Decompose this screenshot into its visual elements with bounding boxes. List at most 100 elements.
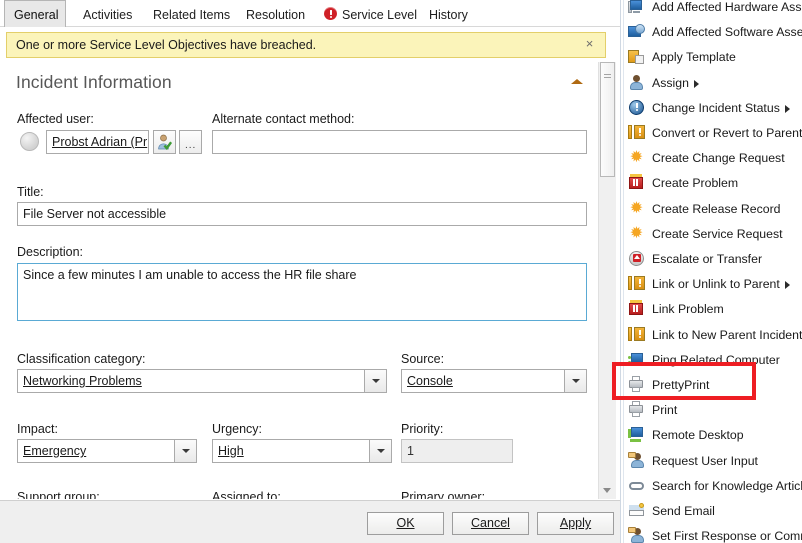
avatar (20, 132, 39, 151)
task-item-label: Print (652, 403, 678, 418)
task-item-label: Link or Unlink to Parent (652, 277, 780, 292)
task-item-link-to-new-parent-incident[interactable]: Link to New Parent Incident (626, 322, 802, 348)
task-item-label: Set First Response or Commen (652, 529, 802, 543)
title-input[interactable]: File Server not accessible (17, 202, 587, 226)
task-item-label: Remote Desktop (652, 428, 744, 443)
alternate-contact-input[interactable] (212, 130, 587, 154)
impact-value: Emergency (23, 444, 87, 458)
task-item-print[interactable]: Print (626, 397, 802, 423)
task-item-add-affected-software-asset[interactable]: Add Affected Software Asset (626, 19, 802, 45)
scrollbar-thumb[interactable] (600, 62, 615, 177)
task-item-label: Link to New Parent Incident (652, 327, 802, 342)
parent-incident-icon (628, 326, 645, 343)
user-check-glyph (158, 134, 172, 150)
status-info-icon (628, 99, 645, 116)
task-item-assign[interactable]: Assign (626, 70, 802, 96)
sla-breach-notice: One or more Service Level Objectives hav… (6, 32, 606, 58)
description-label: Description: (17, 245, 83, 259)
tab-strip: General Activities Related Items Resolut… (0, 0, 620, 27)
source-label: Source: (401, 352, 445, 366)
task-item-set-first-response-or-commen[interactable]: Set First Response or Commen (626, 523, 802, 543)
apply-button-label: Apply (559, 516, 592, 530)
chevron-down-icon[interactable] (364, 370, 386, 392)
chevron-up-icon[interactable] (571, 79, 583, 84)
form-scroll-area: Incident Information Affected user: Prob… (0, 62, 598, 499)
task-item-create-release-record[interactable]: ✹ Create Release Record (626, 196, 802, 222)
assigned-to-label: Assigned to: (212, 490, 281, 499)
submenu-arrow-icon (785, 104, 790, 113)
affected-user-field[interactable]: Probst Adrian (Pr (46, 130, 149, 154)
task-item-link-or-unlink-to-parent[interactable]: Link or Unlink to Parent (626, 271, 802, 297)
form-vertical-scrollbar[interactable] (598, 62, 616, 499)
task-item-escalate-or-transfer[interactable]: Escalate or Transfer (626, 246, 802, 272)
assign-user-icon (628, 74, 645, 91)
apply-button[interactable]: Apply (537, 512, 614, 535)
task-item-convert-or-revert-to-parent[interactable]: Convert or Revert to Parent (626, 120, 802, 146)
task-item-label: Add Affected Hardware Asset (652, 0, 802, 14)
chevron-down-icon[interactable] (174, 440, 196, 462)
tab-service-level-label: Service Level (342, 7, 418, 22)
page-title: Incident Information (16, 72, 172, 92)
software-asset-icon (628, 23, 645, 40)
parent-incident-icon (628, 275, 645, 292)
source-combo[interactable]: Console (401, 369, 587, 393)
browse-affected-user-button[interactable]: ... (179, 130, 202, 154)
task-item-request-user-input[interactable]: Request User Input (626, 448, 802, 474)
tab-history[interactable]: History (420, 2, 477, 27)
problem-icon (628, 300, 645, 317)
task-item-search-for-knowledge-articles[interactable]: Search for Knowledge Articles (626, 473, 802, 499)
description-textarea[interactable]: Since a few minutes I am unable to acces… (17, 263, 587, 321)
hardware-asset-icon (628, 0, 645, 15)
close-icon[interactable]: × (583, 37, 596, 50)
scroll-down-icon[interactable] (603, 488, 611, 493)
task-item-label: Change Incident Status (652, 100, 780, 115)
cancel-button[interactable]: Cancel (452, 512, 529, 535)
tab-resolution[interactable]: Resolution (237, 2, 314, 27)
tab-general[interactable]: General (4, 0, 66, 27)
task-item-label: Create Change Request (652, 151, 785, 166)
cancel-button-label: Cancel (471, 516, 510, 530)
task-item-create-problem[interactable]: Create Problem (626, 170, 802, 196)
alternate-contact-label: Alternate contact method: (212, 112, 355, 126)
task-item-label: Escalate or Transfer (652, 252, 763, 266)
task-item-create-change-request[interactable]: ✹ Create Change Request (626, 145, 802, 171)
priority-label: Priority: (401, 422, 444, 436)
user-check-icon[interactable] (153, 130, 176, 154)
incident-form-window: General Activities Related Items Resolut… (0, 0, 802, 543)
chevron-down-icon[interactable] (369, 440, 391, 462)
release-record-icon: ✹ (629, 199, 644, 217)
pane-divider (620, 0, 621, 543)
impact-label: Impact: (17, 422, 58, 436)
tab-related-items[interactable]: Related Items (144, 2, 239, 27)
task-item-remote-desktop[interactable]: Remote Desktop (626, 422, 802, 448)
knowledge-search-icon (628, 477, 645, 494)
pane-divider-inner (623, 0, 624, 543)
ok-button[interactable]: OK (367, 512, 444, 535)
dialog-footer: OK Cancel Apply (0, 500, 620, 543)
printer-icon (628, 401, 645, 418)
affected-user-value: Probst Adrian (Pr (52, 135, 148, 149)
task-item-label: Assign (652, 75, 689, 90)
title-label: Title: (17, 185, 44, 199)
urgency-combo[interactable]: High (212, 439, 392, 463)
task-item-label: Convert or Revert to Parent (652, 126, 802, 140)
urgency-value: High (218, 444, 244, 458)
task-item-add-affected-hardware-asset[interactable]: Add Affected Hardware Asset (626, 0, 802, 20)
tab-activities[interactable]: Activities (74, 2, 141, 27)
prettyprint-highlight-box (612, 362, 756, 400)
task-item-label: Apply Template (652, 50, 736, 65)
task-item-link-problem[interactable]: Link Problem (626, 296, 802, 322)
tab-service-level[interactable]: Service Level (315, 2, 426, 27)
primary-owner-label: Primary owner: (401, 490, 486, 499)
task-item-send-email[interactable]: Send Email (626, 498, 802, 524)
classification-combo[interactable]: Networking Problems (17, 369, 387, 393)
task-item-apply-template[interactable]: Apply Template (626, 44, 802, 70)
task-item-label: Add Affected Software Asset (652, 25, 802, 40)
task-item-create-service-request[interactable]: ✹ Create Service Request (626, 221, 802, 247)
task-item-change-incident-status[interactable]: Change Incident Status (626, 95, 802, 121)
chevron-down-icon[interactable] (564, 370, 586, 392)
impact-combo[interactable]: Emergency (17, 439, 197, 463)
submenu-arrow-icon (785, 281, 790, 290)
classification-label: Classification category: (17, 352, 146, 366)
problem-icon (628, 174, 645, 191)
